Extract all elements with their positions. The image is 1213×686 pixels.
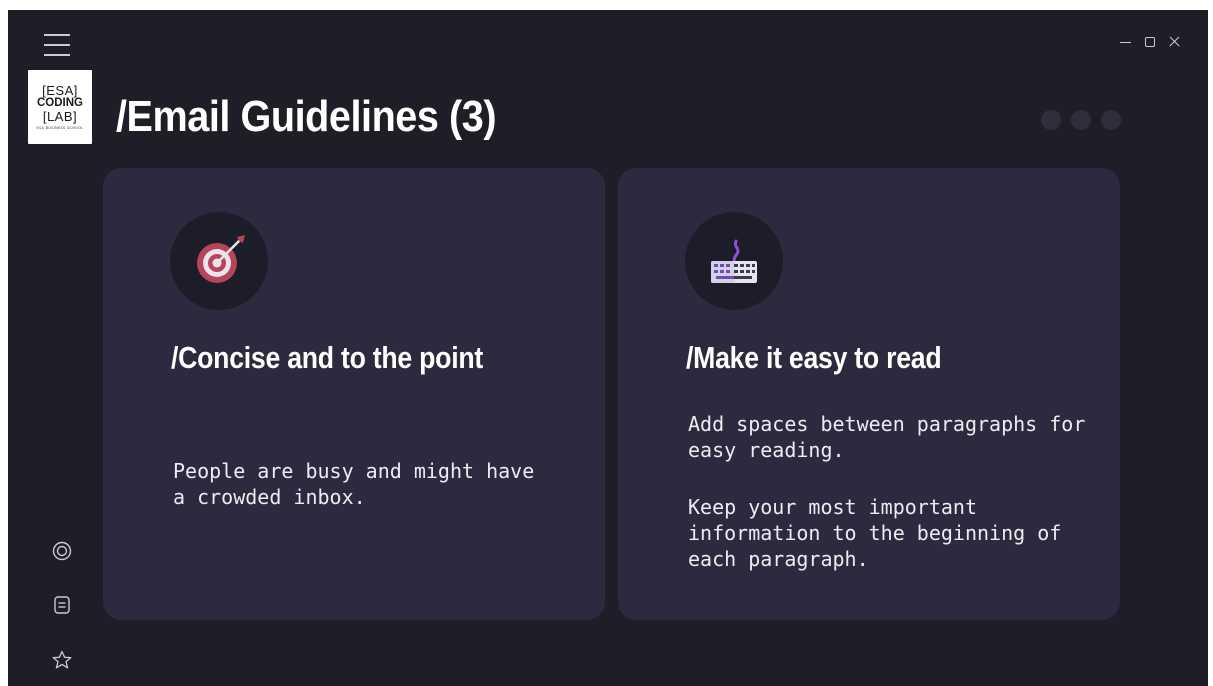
target-icon xyxy=(170,212,268,310)
page-dots xyxy=(1041,110,1121,130)
window-controls xyxy=(1120,35,1180,49)
logo: [ESA] CODING [LAB] ESA BUSINESS SCHOOL xyxy=(28,70,92,144)
card-text: People are busy and might have a crowded… xyxy=(173,459,535,509)
star-icon[interactable] xyxy=(52,650,72,670)
logo-tagline: ESA BUSINESS SCHOOL xyxy=(36,126,84,130)
card-title: /Make it easy to read xyxy=(686,340,942,375)
target-icon[interactable] xyxy=(52,541,72,561)
minimize-icon[interactable] xyxy=(1120,35,1132,49)
card-text: Keep your most important information to … xyxy=(688,495,1062,571)
guideline-card-concise: /Concise and to the point People are bus… xyxy=(103,168,605,620)
card-title: /Concise and to the point xyxy=(171,340,483,375)
logo-line-3: [LAB] xyxy=(42,109,78,124)
guideline-card-readable: /Make it easy to read Add spaces between… xyxy=(618,168,1120,620)
page-title: /Email Guidelines (3) xyxy=(116,92,497,141)
logo-line-1: [ESA] xyxy=(42,83,78,98)
close-icon[interactable] xyxy=(1168,35,1180,49)
card-text: Add spaces between paragraphs for easy r… xyxy=(688,412,1086,462)
hamburger-menu-icon[interactable] xyxy=(44,34,70,56)
maximize-icon[interactable] xyxy=(1144,35,1156,49)
page-dot[interactable] xyxy=(1041,110,1061,130)
notes-icon[interactable] xyxy=(52,595,72,615)
page-dot[interactable] xyxy=(1071,110,1091,130)
app-window: [ESA] CODING [LAB] ESA BUSINESS SCHOOL /… xyxy=(8,10,1208,686)
keyboard-icon xyxy=(685,212,783,310)
page-dot[interactable] xyxy=(1101,110,1121,130)
